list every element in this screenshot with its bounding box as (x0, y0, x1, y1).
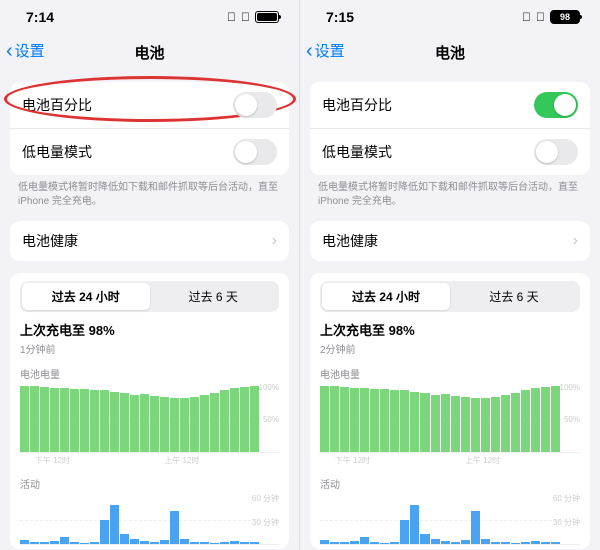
time-range-segmented[interactable]: 过去 24 小时 过去 6 天 (320, 281, 580, 312)
status-right: 􀙇 􀙈 98 (522, 10, 580, 24)
status-time: 7:15 (326, 9, 354, 25)
status-bar: 7:14 􀙇 􀙈 (0, 0, 299, 34)
battery-level-label: 电池电量 (320, 366, 580, 381)
status-right: 􀙇 􀙈 (227, 10, 279, 24)
activity-label: 活动 (320, 476, 580, 491)
last-charge-title: 上次充电至 98% (20, 320, 279, 339)
row-label: 低电量模式 (22, 142, 92, 162)
toggle-battery-percent[interactable] (233, 92, 277, 118)
row-battery-percent[interactable]: 电池百分比 (10, 82, 289, 129)
ylabel-50: 50% (564, 415, 580, 424)
row-label: 电池健康 (322, 231, 378, 251)
battery-bars (20, 385, 259, 452)
ylabel-50: 50% (263, 415, 279, 424)
settings-group-1: 电池百分比 低电量模式 (10, 82, 289, 175)
chevron-left-icon: ‹ (6, 41, 13, 61)
row-low-power[interactable]: 低电量模式 (310, 129, 590, 175)
row-battery-health[interactable]: 电池健康 › (10, 221, 289, 261)
footnote-low-power: 低电量模式将暂时降低如下载和邮件抓取等后台活动，直至 iPhone 完全充电。 (0, 175, 299, 209)
xticks: 下午 12时 上午 12时 (20, 455, 279, 466)
row-label: 电池健康 (22, 231, 78, 251)
tab-24h[interactable]: 过去 24 小时 (22, 283, 150, 310)
chevron-right-icon: › (272, 232, 277, 250)
row-label: 电池百分比 (22, 95, 92, 115)
settings-group-1: 电池百分比 低电量模式 (310, 82, 590, 175)
back-label: 设置 (315, 40, 345, 61)
row-battery-health[interactable]: 电池健康 › (310, 221, 590, 261)
row-label: 低电量模式 (322, 142, 392, 162)
activity-bars (20, 495, 259, 544)
battery-level-chart: 100% 50% (320, 385, 580, 453)
toggle-low-power[interactable] (233, 139, 277, 165)
xticks: 下午 12时 上午 12时 (320, 455, 580, 466)
signal-icon: 􀙇 (227, 10, 236, 24)
battery-pill-icon: 98 (550, 10, 580, 24)
tab-24h[interactable]: 过去 24 小时 (322, 283, 450, 310)
chevron-right-icon: › (573, 232, 578, 250)
activity-bars (320, 495, 560, 544)
battery-level-chart: 100% 50% (20, 385, 279, 453)
phone-left: 7:14 􀙇 􀙈 ‹ 设置 电池 电池百分比 低电量模式 低电量模式将暂时降低如… (0, 0, 300, 550)
row-low-power[interactable]: 低电量模式 (10, 129, 289, 175)
wifi-icon: 􀙈 (241, 10, 250, 24)
nav-bar: ‹ 设置 电池 (300, 34, 600, 70)
toggle-low-power[interactable] (534, 139, 578, 165)
tab-6d[interactable]: 过去 6 天 (450, 283, 578, 310)
row-battery-percent[interactable]: 电池百分比 (310, 82, 590, 129)
tab-6d[interactable]: 过去 6 天 (150, 283, 278, 310)
usage-card: 过去 24 小时 过去 6 天 上次充电至 98% 1分钟前 电池电量 100%… (10, 273, 289, 549)
battery-icon (255, 11, 279, 23)
settings-group-2: 电池健康 › (310, 221, 590, 261)
page-title: 电池 (134, 42, 164, 63)
battery-bars (320, 385, 560, 452)
wifi-icon: 􀙈 (536, 10, 545, 24)
back-button[interactable]: ‹ 设置 (306, 40, 345, 61)
time-range-segmented[interactable]: 过去 24 小时 过去 6 天 (20, 281, 279, 312)
signal-icon: 􀙇 (522, 10, 531, 24)
back-label: 设置 (15, 40, 45, 61)
last-charge-sub: 1分钟前 (20, 341, 279, 356)
phone-right: 7:15 􀙇 􀙈 98 ‹ 设置 电池 电池百分比 低电量模式 低电量模式将暂时… (300, 0, 600, 550)
last-charge-sub: 2分钟前 (320, 341, 580, 356)
ylabel-100: 100% (560, 383, 580, 392)
status-bar: 7:15 􀙇 􀙈 98 (300, 0, 600, 34)
activity-chart: 60 分钟 30 分钟 (20, 495, 279, 545)
last-charge-title: 上次充电至 98% (320, 320, 580, 339)
page-title: 电池 (435, 42, 465, 63)
chevron-left-icon: ‹ (306, 41, 313, 61)
settings-group-2: 电池健康 › (10, 221, 289, 261)
toggle-battery-percent[interactable] (534, 92, 578, 118)
row-label: 电池百分比 (322, 95, 392, 115)
battery-level-label: 电池电量 (20, 366, 279, 381)
back-button[interactable]: ‹ 设置 (6, 40, 45, 61)
nav-bar: ‹ 设置 电池 (0, 34, 299, 70)
ylabel-100: 100% (259, 383, 279, 392)
activity-label: 活动 (20, 476, 279, 491)
usage-card: 过去 24 小时 过去 6 天 上次充电至 98% 2分钟前 电池电量 100%… (310, 273, 590, 549)
activity-chart: 60 分钟 30 分钟 (320, 495, 580, 545)
footnote-low-power: 低电量模式将暂时降低如下载和邮件抓取等后台活动，直至 iPhone 完全充电。 (300, 175, 600, 209)
status-time: 7:14 (26, 9, 54, 25)
